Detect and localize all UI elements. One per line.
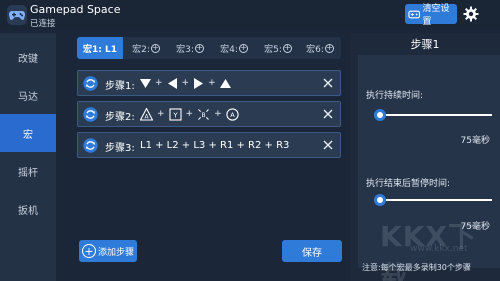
svg-text:Y: Y [172,111,178,119]
cycle-icon [83,138,98,153]
macro-step-2[interactable]: 步骤2: A + Y + B + A [77,101,341,127]
panel-title: 步骤1 [410,38,440,51]
svg-text:A: A [144,113,149,120]
tab-label: 宏5: [264,44,282,55]
plus-icon: + [238,43,248,53]
step-sequence: A + Y + B + A [140,105,239,123]
tab-label: 宏1: L1 [83,44,117,55]
plus-separator: + [214,109,222,119]
watermark-url: www.kkx.net [410,244,468,254]
tab-macro-1[interactable]: 宏1: L1 [77,37,123,59]
dpad-up-icon [219,78,231,88]
plus-separator: + [208,78,216,88]
tab-macro-2[interactable]: 宏2: + [125,37,167,59]
sidebar-item-macro[interactable]: 宏 [0,114,56,152]
plus-separator: + [157,109,165,119]
dpad-left-icon [167,77,177,89]
sidebar-item-label: 马达 [18,91,38,103]
sidebar-item-motor[interactable]: 马达 [0,76,56,114]
step-label: 步骤2: [105,112,135,123]
add-step-label: 添加步骤 [98,247,135,258]
sidebar: 改键 马达 宏 摇杆 扳机 [0,33,56,281]
step-label: 步骤3: [105,143,135,154]
clear-settings-label: 清空设置 [422,4,450,27]
cross-b-button-icon: B [198,108,209,120]
app-title: Gamepad Space [30,3,121,16]
triangle-a-button-icon: A [140,107,153,121]
svg-text:A: A [230,111,235,119]
sidebar-item-label: 改键 [18,53,38,65]
pause-label: 执行结束后暂停时间: [366,179,451,189]
plus-icon: + [324,43,334,53]
circle-a-button-icon: A [225,107,239,121]
duration-label: 执行持续时间: [366,91,424,101]
dpad-right-icon [194,77,204,89]
tab-label: 宏3: [176,44,194,55]
save-button[interactable]: 保存 [282,240,342,262]
gamepad-icon [7,5,27,25]
controller-icon [408,10,421,18]
tab-label: 宏2: [132,44,150,55]
add-step-button[interactable]: + 添加步骤 [79,240,137,262]
plus-separator: + [185,109,194,119]
sidebar-item-label: 宏 [23,129,33,141]
connection-status: 已连接 [30,19,56,29]
plus-circle-icon: + [82,244,96,258]
duration-slider-thumb[interactable] [373,109,386,121]
sidebar-item-joystick[interactable]: 摇杆 [0,152,56,190]
sidebar-item-trigger[interactable]: 扳机 [0,190,56,228]
pause-slider-thumb[interactable] [373,194,386,206]
cycle-icon [83,76,98,91]
tab-macro-3[interactable]: 宏3: + [169,37,211,59]
svg-text:B: B [202,112,206,119]
plus-icon: + [150,43,160,53]
plus-separator: + [181,78,190,88]
step-label: 步骤1: [105,81,135,92]
plus-icon: + [194,43,204,53]
macro-tabs: 宏1: L1 宏2: + 宏3: + 宏4: + 宏5: + 宏6: + [77,37,341,59]
close-icon[interactable] [321,107,335,121]
clear-settings-button[interactable]: 清空设置 [405,4,457,27]
cycle-icon [83,107,98,122]
duration-value: 75毫秒 [460,136,490,146]
square-y-button-icon: Y [168,107,182,121]
save-label: 保存 [302,247,322,259]
sidebar-item-label: 扳机 [18,205,38,217]
tab-macro-5[interactable]: 宏5: + [257,37,299,59]
sidebar-item-remap[interactable]: 改键 [0,38,56,76]
pause-slider[interactable] [373,194,492,206]
gear-icon[interactable] [462,5,480,23]
plus-separator: + [155,78,163,88]
tab-macro-6[interactable]: 宏6: + [299,37,341,59]
dpad-down-icon [140,78,151,88]
macro-step-1[interactable]: 步骤1: + + + [77,70,341,96]
tab-label: 宏4: [220,44,238,55]
close-icon[interactable] [321,138,335,152]
macro-step-3[interactable]: 步骤3: L1 + L2 + L3 + R1 + R2 + R3 [77,132,341,158]
app-header: Gamepad Space 已连接 清空设置 [0,0,500,30]
tab-macro-4[interactable]: 宏4: + [213,37,255,59]
tab-label: 宏6: [306,44,324,55]
plus-icon: + [282,43,292,53]
step-sequence: L1 + L2 + L3 + R1 + R2 + R3 [140,139,290,151]
step-sequence: + + + [140,74,231,92]
duration-slider[interactable] [373,109,492,121]
sidebar-item-label: 摇杆 [18,167,38,179]
close-icon[interactable] [321,76,335,90]
